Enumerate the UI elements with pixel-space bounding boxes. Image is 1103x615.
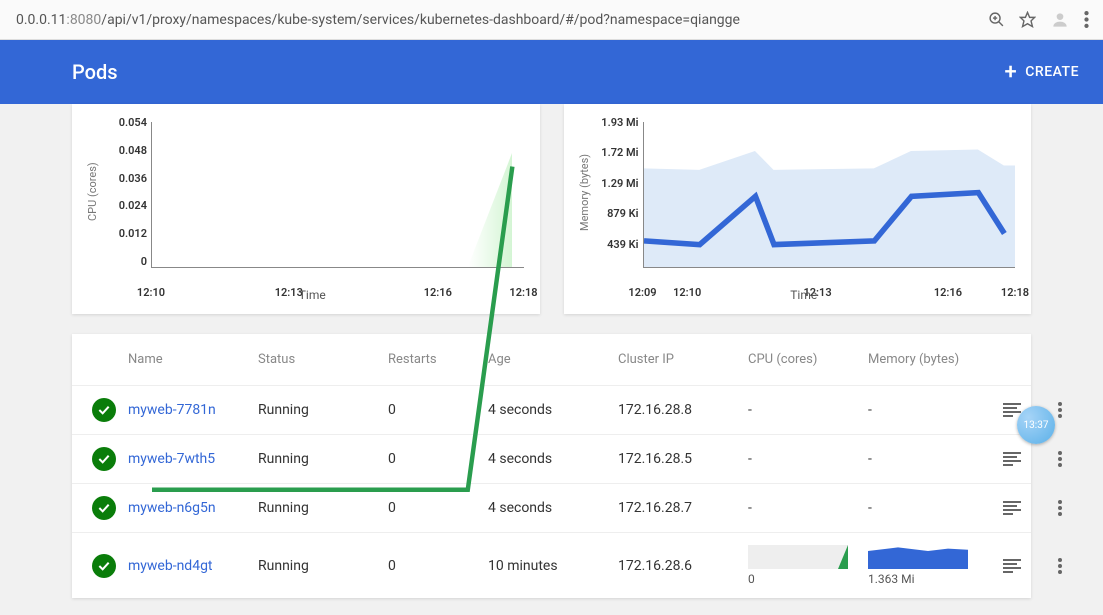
memory-y-axis-label: Memory (bytes) <box>576 116 593 268</box>
memory-x-axis-label: Time <box>790 288 817 302</box>
url-display[interactable]: 0.0.0.11:8080/api/v1/proxy/namespaces/ku… <box>8 8 982 32</box>
page-header: Pods + CREATE <box>0 40 1103 104</box>
y-tick: 0 <box>101 255 147 268</box>
cell-memory: 1.363 Mi <box>868 545 988 586</box>
y-tick: 0.012 <box>101 227 147 240</box>
more-menu-icon[interactable] <box>1036 500 1084 516</box>
pod-name-link[interactable]: myweb-n6g5n <box>128 500 258 516</box>
y-tick: 1.29 Mi <box>593 177 639 190</box>
status-ok-icon <box>92 496 116 520</box>
x-tick: 12:09 <box>628 286 656 299</box>
cell-cpu: - <box>748 500 868 516</box>
y-tick: 0.024 <box>101 199 147 212</box>
zoom-icon[interactable] <box>988 11 1005 28</box>
url-port: :8080 <box>66 12 101 28</box>
y-tick: 879 Ki <box>593 207 639 220</box>
create-button[interactable]: + CREATE <box>1005 60 1079 85</box>
clock-time: 13:37 <box>1024 420 1049 431</box>
y-tick: 1.72 Mi <box>593 146 639 159</box>
cell-cpu: 0 <box>748 545 868 586</box>
table-row: myweb-nd4gtRunning010 minutes172.16.28.6… <box>72 532 1031 598</box>
cell-restarts: 0 <box>388 500 488 516</box>
cell-age: 10 minutes <box>488 558 618 574</box>
browser-address-bar: 0.0.0.11:8080/api/v1/proxy/namespaces/ku… <box>0 0 1103 40</box>
cell-restarts: 0 <box>388 558 488 574</box>
memory-plot-area <box>643 122 1016 268</box>
status-ok-icon <box>92 554 116 578</box>
logs-icon[interactable] <box>988 559 1036 573</box>
status-ok-icon <box>92 398 116 422</box>
memory-sparkline <box>868 545 968 569</box>
memory-chart-card: Memory (bytes) 1.93 Mi 1.72 Mi 1.29 Mi 879 … <box>564 104 1032 314</box>
cpu-plot-area <box>151 122 524 268</box>
y-tick: 0.048 <box>101 144 147 157</box>
cpu-x-axis-label: Time <box>299 288 326 302</box>
browser-menu-icon[interactable] <box>1084 11 1089 28</box>
cell-status: Running <box>258 500 388 516</box>
status-ok-icon <box>92 447 116 471</box>
star-icon[interactable] <box>1019 11 1036 28</box>
x-tick: 12:16 <box>424 286 452 299</box>
y-tick: 1.93 Mi <box>593 116 639 129</box>
pod-name-link[interactable]: myweb-nd4gt <box>128 558 258 574</box>
plus-icon: + <box>1005 60 1018 85</box>
cell-status: Running <box>258 558 388 574</box>
clock-widget-overlay[interactable]: 13:37 <box>1017 406 1055 444</box>
y-tick: 439 Ki <box>593 238 639 251</box>
y-tick: 0.036 <box>101 172 147 185</box>
cell-cluster_ip: 172.16.28.6 <box>618 558 748 574</box>
url-path: /api/v1/proxy/namespaces/kube-system/ser… <box>101 12 740 28</box>
more-menu-icon[interactable] <box>1036 558 1084 574</box>
cell-memory: - <box>868 500 988 516</box>
x-tick: 12:18 <box>1001 286 1029 299</box>
profile-icon[interactable] <box>1050 10 1070 30</box>
cpu-y-axis-label: CPU (cores) <box>84 116 101 268</box>
x-tick: 12:10 <box>673 286 701 299</box>
url-host: 0.0.0.11 <box>16 12 66 28</box>
x-tick: 12:10 <box>137 286 165 299</box>
memory-spark-value: 1.363 Mi <box>868 572 988 586</box>
page-title: Pods <box>72 60 118 84</box>
cell-age: 4 seconds <box>488 500 618 516</box>
cell-cluster_ip: 172.16.28.7 <box>618 500 748 516</box>
cpu-spark-value: 0 <box>748 572 868 586</box>
y-tick: 0.054 <box>101 116 147 129</box>
x-tick: 12:16 <box>934 286 962 299</box>
cpu-line <box>152 122 524 494</box>
logs-icon[interactable] <box>988 501 1036 515</box>
cpu-chart-card: CPU (cores) 0.054 0.048 0.036 0.024 0.012 0 1… <box>72 104 540 314</box>
cpu-sparkline <box>748 545 848 569</box>
x-tick: 12:18 <box>509 286 537 299</box>
more-menu-icon[interactable] <box>1036 451 1084 467</box>
memory-line <box>644 122 1016 494</box>
create-button-label: CREATE <box>1025 64 1079 80</box>
